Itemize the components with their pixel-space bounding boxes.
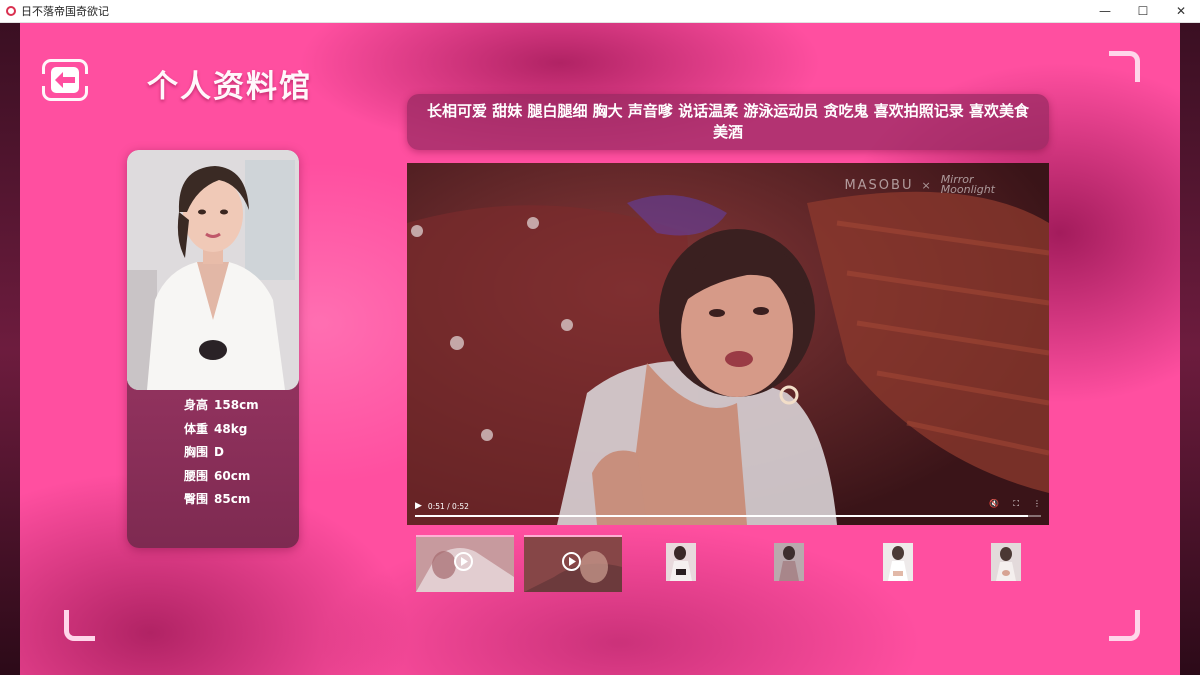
stat-hips: 臀围 85cm bbox=[184, 492, 251, 506]
stat-height: 身高 158cm bbox=[184, 398, 259, 412]
stat-waist: 腰围 60cm bbox=[184, 468, 251, 483]
play-icon bbox=[454, 552, 473, 571]
profile-stats: 身高 158cm 体重 48kg 胸围 D 腰围 60cm 臀围 85cm bbox=[184, 394, 259, 512]
profile-card: 身高 158cm 体重 48kg 胸围 D 腰围 60cm 臀围 85cm bbox=[127, 150, 299, 548]
video-player[interactable]: MASOBU × Mirror Moonlight ▶ 0:51 / 0:52 🔇… bbox=[407, 163, 1049, 525]
more-icon[interactable]: ⋮ bbox=[1033, 499, 1041, 509]
left-border bbox=[0, 23, 20, 675]
window-controls: — ☐ ✕ bbox=[1086, 0, 1200, 22]
profile-portrait bbox=[127, 150, 299, 390]
video-watermark: MASOBU × Mirror Moonlight bbox=[844, 173, 995, 196]
photo-thumbnail-4[interactable] bbox=[991, 543, 1021, 581]
video-thumbnail-2[interactable] bbox=[524, 535, 622, 592]
back-button[interactable] bbox=[41, 59, 89, 101]
mute-icon[interactable]: 🔇 bbox=[989, 499, 999, 509]
watermark-separator: × bbox=[921, 178, 933, 192]
close-button[interactable]: ✕ bbox=[1162, 0, 1200, 22]
video-progress-bar[interactable] bbox=[415, 515, 1041, 517]
right-border bbox=[1180, 23, 1200, 675]
corner-bracket-bottom-right bbox=[1109, 610, 1140, 641]
photo-thumbnail-3[interactable] bbox=[883, 543, 913, 581]
video-time: 0:51 / 0:52 bbox=[427, 501, 469, 511]
minimize-button[interactable]: — bbox=[1086, 0, 1124, 22]
watermark-masobu: MASOBU bbox=[844, 177, 914, 193]
play-icon bbox=[562, 552, 581, 571]
maximize-button[interactable]: ☐ bbox=[1124, 0, 1162, 22]
page-title: 个人资料馆 bbox=[147, 69, 312, 105]
video-thumbnail-1[interactable] bbox=[416, 535, 514, 592]
watermark-mirror-moonlight: Mirror Moonlight bbox=[940, 173, 995, 196]
video-controls: ▶ 0:51 / 0:52 🔇 ⛶ ⋮ bbox=[407, 497, 1049, 525]
tags-panel: 长相可爱 甜妹 腿白腿细 胸大 声音嗲 说话温柔 游泳运动员 贪吃鬼 喜欢拍照记… bbox=[407, 94, 1049, 150]
back-arrow-icon bbox=[51, 67, 79, 93]
photo-thumbnail-2[interactable] bbox=[774, 543, 804, 581]
corner-bracket-top-right bbox=[1109, 51, 1140, 82]
fullscreen-icon[interactable]: ⛶ bbox=[1013, 499, 1019, 509]
game-stage: 个人资料馆 身高 158cm 体重 48kg 胸围 D 腰围 60cm 臀围 8… bbox=[0, 23, 1200, 675]
photo-thumbnail-1[interactable] bbox=[666, 543, 696, 581]
media-thumbnails bbox=[416, 533, 1056, 593]
stat-bust: 胸围 D bbox=[184, 445, 224, 459]
play-icon[interactable]: ▶ bbox=[415, 501, 422, 511]
window-title: 日不落帝国奇欲记 bbox=[21, 5, 109, 18]
video-progress-fill bbox=[415, 515, 1029, 517]
tags-text: 长相可爱 甜妹 腿白腿细 胸大 声音嗲 说话温柔 游泳运动员 贪吃鬼 喜欢拍照记… bbox=[427, 102, 1030, 141]
window-titlebar: 日不落帝国奇欲记 — ☐ ✕ bbox=[0, 0, 1200, 23]
corner-bracket-bottom-left bbox=[64, 610, 95, 641]
stat-weight: 体重 48kg bbox=[184, 421, 248, 436]
app-icon bbox=[6, 6, 16, 16]
video-frame bbox=[407, 163, 1049, 525]
